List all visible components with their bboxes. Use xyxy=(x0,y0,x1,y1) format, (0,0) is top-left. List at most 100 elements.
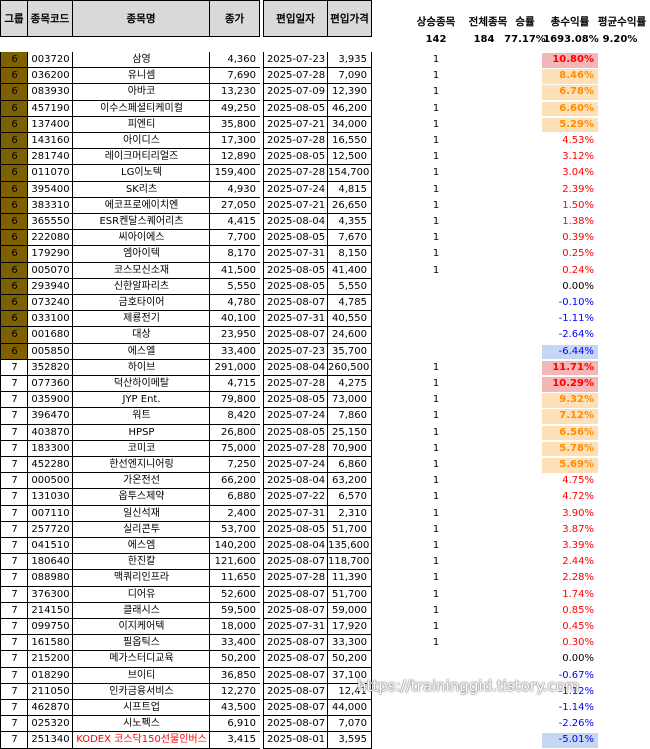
cell-group[interactable]: 7 xyxy=(0,700,28,717)
cell-price[interactable]: 4,815 xyxy=(327,181,372,198)
cell-group[interactable]: 7 xyxy=(0,619,28,636)
cell-price[interactable]: 17,920 xyxy=(327,619,372,636)
cell-group[interactable]: 7 xyxy=(0,489,28,506)
cell-date[interactable]: 2025-07-28 xyxy=(263,570,328,587)
cell-return[interactable]: 6.78% xyxy=(542,85,598,100)
cell-close[interactable]: 27,050 xyxy=(209,197,260,214)
cell-name[interactable]: 한선엔지니어링 xyxy=(72,457,210,474)
cell-date[interactable]: 2025-08-05 xyxy=(263,230,328,247)
cell-group[interactable]: 6 xyxy=(0,116,28,133)
header-code[interactable]: 종목코드 xyxy=(27,0,73,37)
cell-price[interactable]: 3,595 xyxy=(327,732,372,749)
cell-close[interactable]: 33,400 xyxy=(209,635,260,652)
cell-name[interactable]: 한진칼 xyxy=(72,554,210,571)
cell-group[interactable]: 7 xyxy=(0,554,28,571)
cell-close[interactable]: 291,000 xyxy=(209,359,260,376)
cell-close[interactable]: 59,500 xyxy=(209,602,260,619)
cell-close[interactable]: 17,300 xyxy=(209,133,260,150)
cell-return[interactable]: 2.28% xyxy=(542,571,598,586)
cell-price[interactable]: 41,400 xyxy=(327,262,372,279)
cell-date[interactable]: 2025-08-04 xyxy=(263,214,328,231)
cell-return[interactable]: -1.14% xyxy=(542,701,598,716)
cell-close[interactable]: 75,000 xyxy=(209,440,260,457)
cell-rising-flag[interactable]: 1 xyxy=(416,570,456,586)
cell-rising-flag[interactable]: 1 xyxy=(416,246,456,262)
cell-name[interactable]: 아바코 xyxy=(72,84,210,101)
cell-close[interactable]: 140,200 xyxy=(209,538,260,555)
cell-return[interactable]: 6.60% xyxy=(542,101,598,117)
cell-price[interactable]: 50,200 xyxy=(327,651,372,668)
cell-group[interactable]: 7 xyxy=(0,538,28,555)
cell-price[interactable]: 33,300 xyxy=(327,635,372,652)
header-price[interactable]: 편입가격 xyxy=(327,0,372,37)
cell-rising-flag[interactable]: 1 xyxy=(416,68,456,84)
cell-return[interactable]: 5.69% xyxy=(542,458,598,473)
cell-rising-flag[interactable]: 1 xyxy=(416,554,456,570)
cell-close[interactable]: 8,170 xyxy=(209,246,260,263)
cell-rising-flag[interactable]: 1 xyxy=(416,506,456,522)
cell-rising-flag[interactable]: 1 xyxy=(416,635,456,651)
cell-rising-flag[interactable]: 1 xyxy=(416,603,456,619)
cell-close[interactable]: 7,250 xyxy=(209,457,260,474)
cell-price[interactable]: 12,500 xyxy=(327,149,372,166)
cell-close[interactable]: 6,910 xyxy=(209,716,260,733)
cell-name[interactable]: 디어유 xyxy=(72,586,210,603)
cell-name[interactable]: 레이크머티리얼즈 xyxy=(72,149,210,166)
cell-price[interactable]: 12,390 xyxy=(327,84,372,101)
cell-date[interactable]: 2025-08-05 xyxy=(263,278,328,295)
cell-rising-flag[interactable]: 1 xyxy=(416,376,456,392)
cell-group[interactable]: 6 xyxy=(0,181,28,198)
cell-name[interactable]: 실리콘투 xyxy=(72,521,210,538)
cell-code[interactable]: 383310 xyxy=(27,197,73,214)
cell-rising-flag[interactable]: 1 xyxy=(416,198,456,214)
cell-name[interactable]: 신한알파리츠 xyxy=(72,278,210,295)
cell-name[interactable]: 삼영 xyxy=(72,52,210,69)
cell-name[interactable]: 코미코 xyxy=(72,440,210,457)
cell-return[interactable]: 0.39% xyxy=(542,231,598,246)
cell-rising-flag[interactable] xyxy=(416,651,456,667)
cell-group[interactable]: 7 xyxy=(0,408,28,425)
cell-name[interactable]: 옵투스제약 xyxy=(72,489,210,506)
cell-date[interactable]: 2025-07-31 xyxy=(263,505,328,522)
cell-return[interactable]: 4.53% xyxy=(542,134,598,149)
cell-rising-flag[interactable]: 1 xyxy=(416,117,456,133)
cell-return[interactable]: 8.46% xyxy=(542,69,598,84)
cell-group[interactable]: 6 xyxy=(0,197,28,214)
cell-name[interactable]: 하이브 xyxy=(72,359,210,376)
cell-code[interactable]: 088980 xyxy=(27,570,73,587)
cell-group[interactable]: 7 xyxy=(0,359,28,376)
cell-date[interactable]: 2025-08-05 xyxy=(263,392,328,409)
cell-name[interactable]: 엠아이텍 xyxy=(72,246,210,263)
cell-rising-flag[interactable]: 1 xyxy=(416,538,456,554)
cell-name[interactable]: 인카금융서비스 xyxy=(72,683,210,700)
cell-code[interactable]: 222080 xyxy=(27,230,73,247)
cell-close[interactable]: 18,000 xyxy=(209,619,260,636)
cell-close[interactable]: 53,700 xyxy=(209,521,260,538)
cell-code[interactable]: 452280 xyxy=(27,457,73,474)
cell-name[interactable]: 일신석재 xyxy=(72,505,210,522)
cell-rising-flag[interactable]: 1 xyxy=(416,149,456,165)
cell-group[interactable]: 7 xyxy=(0,457,28,474)
cell-group[interactable]: 7 xyxy=(0,570,28,587)
cell-return[interactable]: 0.45% xyxy=(542,620,598,635)
cell-code[interactable]: 143160 xyxy=(27,133,73,150)
cell-return[interactable]: 10.80% xyxy=(542,53,598,68)
cell-group[interactable]: 7 xyxy=(0,376,28,393)
cell-code[interactable]: 137400 xyxy=(27,116,73,133)
cell-code[interactable]: 161580 xyxy=(27,635,73,652)
cell-rising-flag[interactable]: 1 xyxy=(416,457,456,473)
cell-name[interactable]: 금호타이어 xyxy=(72,295,210,312)
cell-rising-flag[interactable]: 1 xyxy=(416,182,456,198)
cell-return[interactable]: -0.10% xyxy=(542,296,598,311)
cell-price[interactable]: 7,090 xyxy=(327,68,372,85)
cell-close[interactable]: 11,650 xyxy=(209,570,260,587)
cell-date[interactable]: 2025-08-07 xyxy=(263,295,328,312)
cell-code[interactable]: 215200 xyxy=(27,651,73,668)
cell-close[interactable]: 36,850 xyxy=(209,667,260,684)
cell-date[interactable]: 2025-07-28 xyxy=(263,133,328,150)
cell-return[interactable]: 9.32% xyxy=(542,393,598,408)
cell-rising-flag[interactable]: 1 xyxy=(416,392,456,408)
cell-code[interactable]: 077360 xyxy=(27,376,73,393)
cell-name[interactable]: 시노펙스 xyxy=(72,716,210,733)
cell-code[interactable]: 003720 xyxy=(27,52,73,69)
